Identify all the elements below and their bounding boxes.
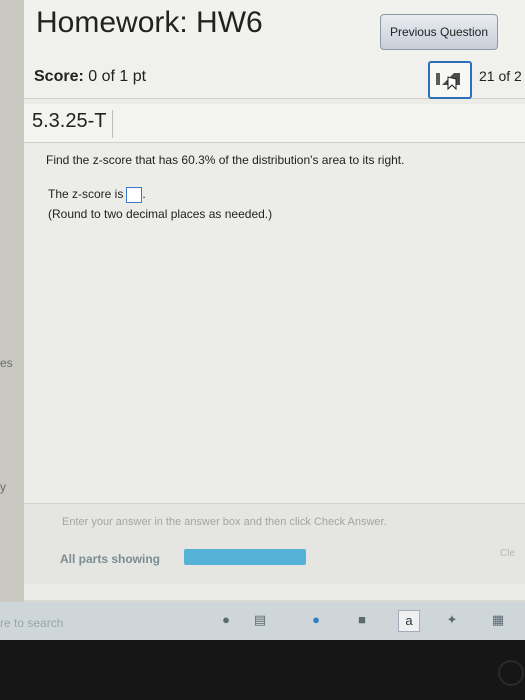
laptop-logo (498, 660, 524, 686)
left-sidebar-fragment: es y (0, 0, 24, 610)
score-bar: Score: 0 of 1 pt 21 of 2 (24, 58, 525, 99)
answer-suffix: . (142, 187, 146, 202)
laptop-bezel (0, 640, 525, 700)
file-explorer-icon[interactable]: ■ (352, 610, 372, 630)
dropbox-icon[interactable]: ✦ (442, 610, 462, 630)
question-number: 5.3.25-T (32, 110, 114, 138)
question-nav-button[interactable] (428, 61, 472, 99)
previous-question-button[interactable]: Previous Question (380, 14, 498, 50)
question-count: 21 of 2 (479, 68, 522, 84)
left-fragment-text-2: y (0, 480, 6, 494)
screen: es y Homework: HW6 Previous Question Sco… (0, 0, 525, 640)
answer-line: The z-score is. (48, 187, 146, 203)
homework-page: Homework: HW6 Previous Question Score: 0… (24, 0, 525, 600)
question-prompt: Find the z-score that has 60.3% of the d… (46, 153, 405, 167)
taskbar-search[interactable]: re to search (0, 616, 63, 630)
page-title: Homework: HW6 (36, 6, 263, 39)
answer-prefix: The z-score is (48, 187, 124, 202)
amazon-icon[interactable]: a (398, 610, 420, 632)
taskbar: re to search ● ▤ ● ■ a ✦ ▦ (0, 602, 525, 640)
score-value: 0 of 1 pt (88, 68, 147, 85)
parts-progress-fill (184, 549, 306, 565)
title-bar: Homework: HW6 Previous Question (24, 0, 525, 59)
question-footer: Enter your answer in the answer box and … (24, 503, 525, 584)
score-label: Score: (34, 68, 84, 85)
answer-input[interactable] (126, 187, 143, 203)
parts-showing-label: All parts showing (60, 552, 161, 566)
question-content: Find the z-score that has 60.3% of the d… (24, 143, 525, 503)
microphone-icon[interactable]: ● (216, 610, 236, 630)
clear-all-button[interactable]: Cle (500, 548, 515, 559)
parts-progress-bar (184, 549, 306, 565)
left-fragment-text-1: es (0, 356, 13, 370)
hand-pointer-icon (436, 73, 460, 91)
answer-instruction: Enter your answer in the answer box and … (62, 516, 387, 528)
task-view-icon[interactable]: ▤ (250, 610, 270, 630)
edge-icon[interactable]: ● (306, 610, 326, 630)
question-number-bar: 5.3.25-T (24, 104, 525, 143)
store-icon[interactable]: ▦ (488, 610, 508, 630)
rounding-note: (Round to two decimal places as needed.) (48, 207, 273, 221)
score: Score: 0 of 1 pt (34, 68, 146, 86)
